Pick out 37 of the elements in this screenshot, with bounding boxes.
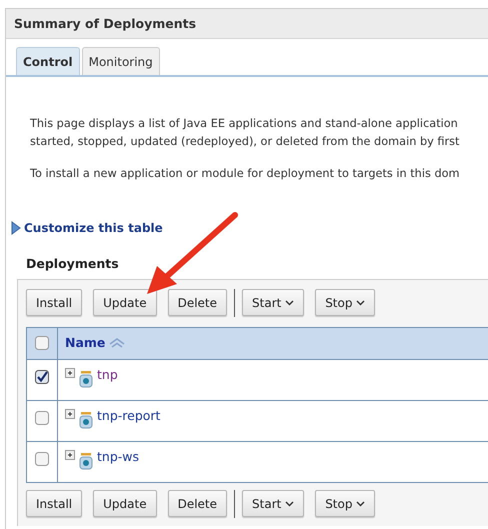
dropdown-button[interactable]: Stop bbox=[315, 289, 376, 316]
intro-text: started, stopped, updated (redeployed), or deleted from the domain by first bbox=[30, 134, 460, 150]
checkbox[interactable] bbox=[35, 370, 49, 384]
expand-icon[interactable] bbox=[65, 408, 75, 419]
tab[interactable]: Control bbox=[16, 47, 80, 75]
action-button[interactable]: Delete bbox=[168, 490, 228, 518]
dropdown-button[interactable]: Stop bbox=[315, 490, 376, 518]
action-button[interactable]: Install bbox=[26, 490, 82, 518]
expand-icon[interactable] bbox=[65, 450, 75, 460]
checkbox[interactable] bbox=[35, 410, 49, 425]
jar-icon bbox=[79, 452, 93, 470]
intro-text: This page displays a list of Java EE applications and stand-alone application bbox=[30, 116, 459, 132]
tab[interactable]: Monitoring bbox=[82, 47, 160, 75]
intro-text: To install a new application or module for deployment to targets in this dom bbox=[30, 166, 461, 182]
panel-title: Summary of Deployments bbox=[6, 9, 488, 39]
caret-icon bbox=[356, 300, 366, 306]
checkbox[interactable] bbox=[35, 452, 49, 466]
dropdown-button[interactable]: Start bbox=[242, 490, 304, 518]
expand-icon[interactable] bbox=[65, 368, 75, 378]
table-title: Deployments bbox=[26, 255, 120, 273]
jar-icon bbox=[79, 370, 93, 388]
caret-icon bbox=[285, 501, 294, 508]
customize-link[interactable]: Customize this table bbox=[24, 219, 163, 237]
action-button[interactable]: Update bbox=[93, 289, 157, 316]
caret-icon bbox=[356, 501, 366, 508]
column-header[interactable]: Name bbox=[65, 334, 106, 353]
app-link[interactable]: tnp bbox=[97, 366, 118, 384]
dropdown-button[interactable]: Start bbox=[242, 289, 304, 316]
caret-icon bbox=[285, 300, 294, 306]
action-button[interactable]: Install bbox=[26, 289, 82, 316]
action-button[interactable]: Delete bbox=[168, 289, 228, 316]
action-button[interactable]: Update bbox=[93, 490, 157, 518]
expand-triangle-icon bbox=[11, 221, 21, 235]
app-link[interactable]: tnp-report bbox=[97, 406, 160, 426]
app-link[interactable]: tnp-ws bbox=[97, 448, 140, 466]
jar-icon bbox=[79, 410, 93, 429]
checkbox[interactable] bbox=[35, 336, 49, 350]
